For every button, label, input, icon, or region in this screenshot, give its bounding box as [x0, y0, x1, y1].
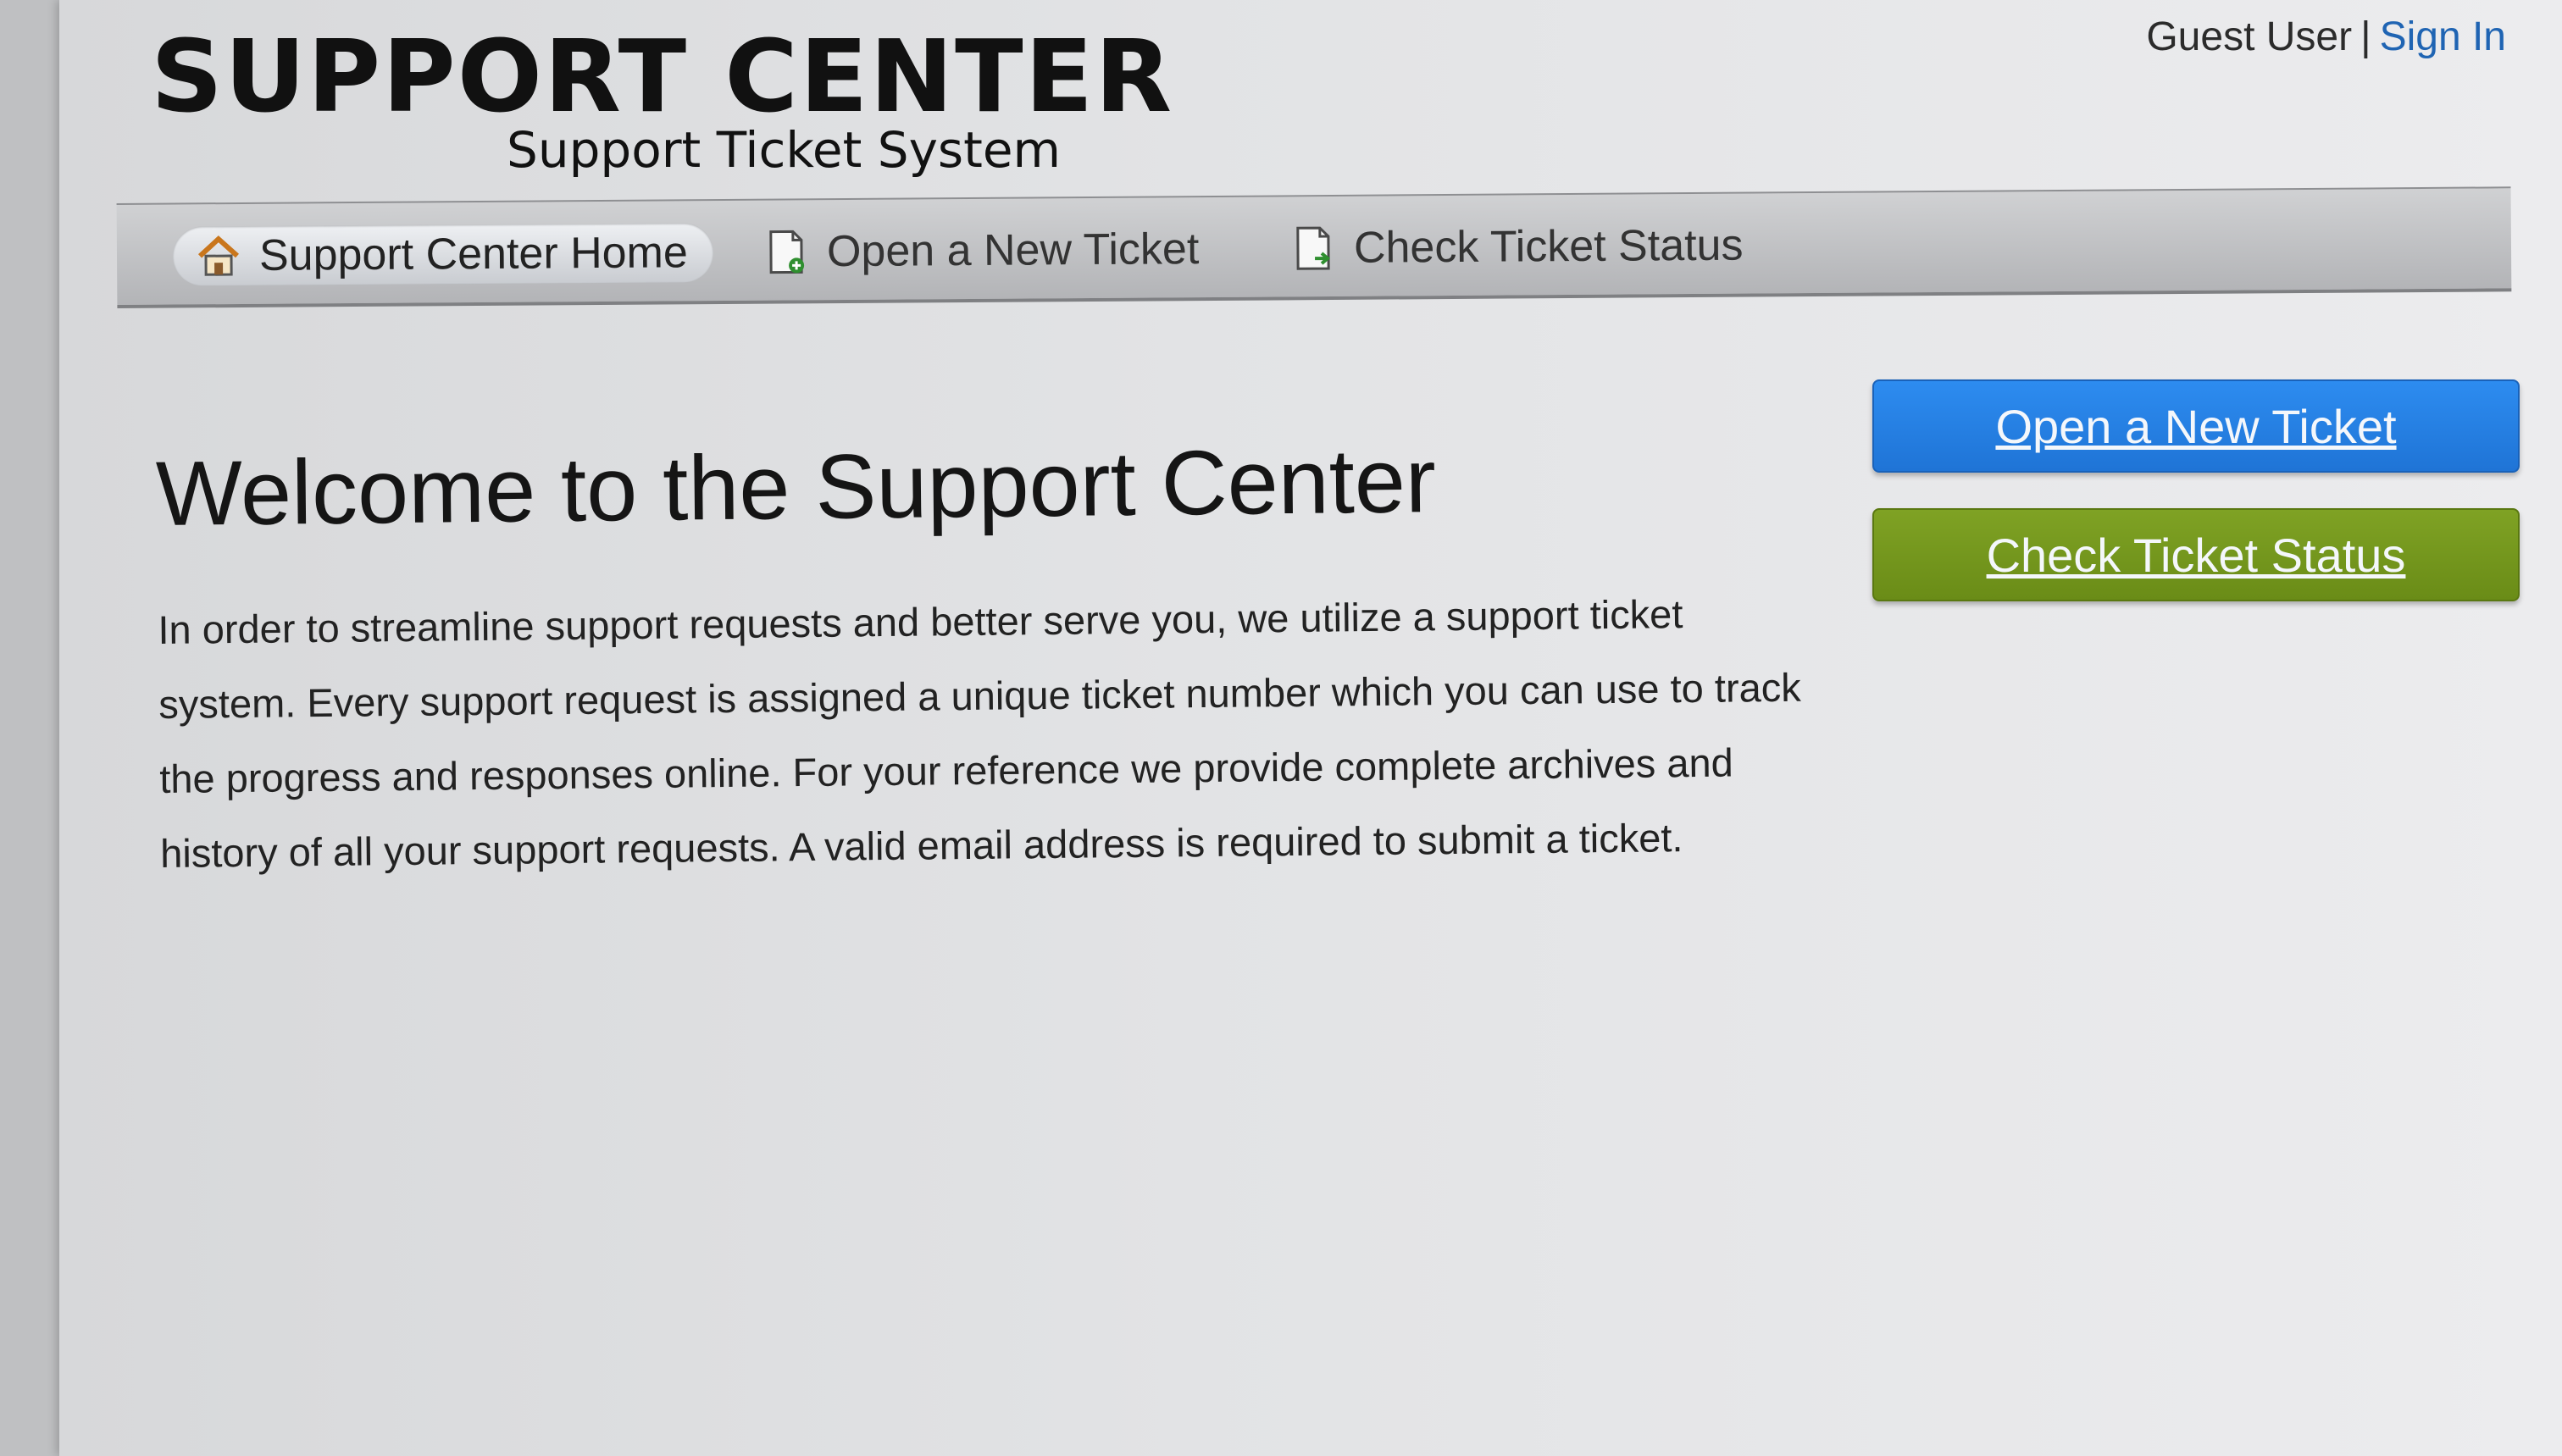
home-icon — [195, 232, 242, 280]
site-logo[interactable]: SUPPORT CENTER Support Ticket System — [151, 25, 1173, 176]
page-title: Welcome to the Support Center — [155, 429, 1437, 545]
guest-user-label: Guest User — [2146, 14, 2353, 59]
nav-item-open-new-ticket[interactable]: Open a New Ticket — [740, 219, 1225, 282]
new-ticket-icon — [762, 228, 810, 275]
check-ticket-status-button[interactable]: Check Ticket Status — [1872, 508, 2520, 601]
nav-item-label: Check Ticket Status — [1353, 220, 1744, 273]
user-bar-separator: | — [2360, 14, 2371, 59]
logo-title: SUPPORT CENTER — [151, 18, 1174, 135]
nav-item-label: Open a New Ticket — [826, 224, 1200, 277]
main-navigation: Support Center Home Open a New Ticket Ch… — [116, 186, 2512, 308]
nav-item-label: Support Center Home — [258, 228, 689, 280]
intro-paragraph: In order to streamline support requests … — [158, 591, 1801, 876]
user-bar: Guest User | Sign In — [2146, 14, 2506, 60]
nav-item-check-ticket-status[interactable]: Check Ticket Status — [1267, 215, 1769, 278]
open-new-ticket-button[interactable]: Open a New Ticket — [1872, 379, 2520, 473]
sign-in-link[interactable]: Sign In — [2380, 14, 2506, 59]
ticket-status-icon — [1289, 224, 1337, 272]
page: Guest User | Sign In SUPPORT CENTER Suppor… — [59, 0, 2562, 1456]
nav-item-support-center-home[interactable]: Support Center Home — [172, 223, 714, 286]
